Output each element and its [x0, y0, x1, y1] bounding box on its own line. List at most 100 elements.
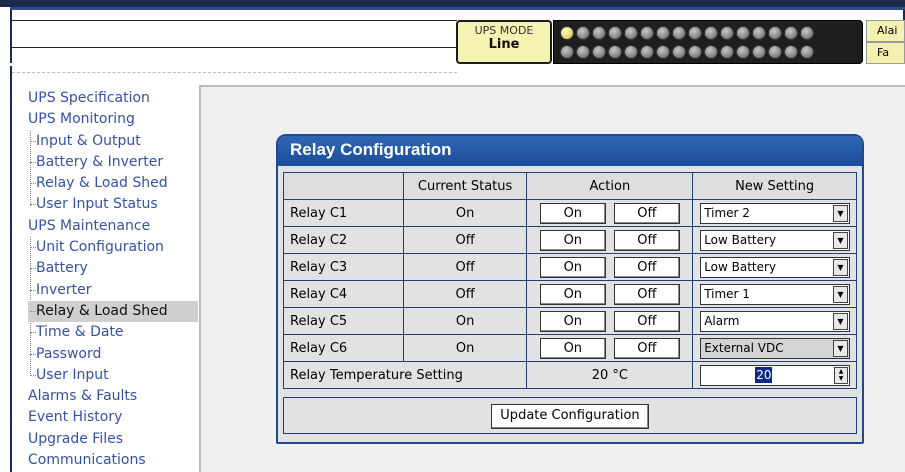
- relay-on-button[interactable]: On: [539, 202, 606, 224]
- relay-action: On Off: [526, 280, 694, 308]
- column-header-name: [283, 172, 404, 200]
- sidebar-item[interactable]: Password: [28, 344, 198, 365]
- dropdown-arrow-icon[interactable]: ▼: [833, 285, 848, 303]
- sidebar-item[interactable]: Relay & Load Shed: [28, 300, 198, 323]
- status-led-icon: [752, 26, 766, 40]
- sidebar-item[interactable]: Alarms & Faults: [28, 386, 198, 407]
- led-row-top: [560, 26, 814, 42]
- window-top-bar: [0, 0, 905, 7]
- dropdown-arrow-icon[interactable]: ▼: [833, 231, 848, 249]
- status-led-icon: [592, 26, 606, 40]
- status-led-icon: [592, 45, 606, 59]
- temperature-spinner[interactable]: 20 ▲ ▼: [700, 364, 850, 386]
- status-led-icon: [704, 26, 718, 40]
- relay-action: On Off: [526, 334, 694, 362]
- status-led-icon: [560, 45, 574, 59]
- relay-off-button[interactable]: Off: [613, 229, 680, 251]
- header-banner: [12, 20, 457, 48]
- relay-off-button[interactable]: Off: [613, 283, 680, 305]
- relay-off-button[interactable]: Off: [613, 202, 680, 224]
- sidebar-item[interactable]: Battery: [28, 258, 198, 279]
- status-led-icon: [768, 45, 782, 59]
- sidebar-item[interactable]: User Input Status: [28, 194, 198, 215]
- sidebar-item[interactable]: Relay & Load Shed: [28, 173, 198, 194]
- relay-setting-select[interactable]: External VDC ▼: [700, 337, 850, 359]
- dropdown-arrow-icon[interactable]: ▼: [833, 339, 848, 357]
- status-led-icon: [672, 45, 686, 59]
- status-led-icon: [624, 26, 638, 40]
- relay-setting-value: Timer 2: [704, 205, 750, 220]
- relay-new-setting: Timer 2 ▼: [692, 199, 857, 227]
- sidebar-subgroup: Unit Configuration Battery Inverter Relay &…: [28, 237, 198, 386]
- sidebar-item[interactable]: Inverter: [28, 280, 198, 301]
- temperature-value[interactable]: 20: [755, 366, 773, 383]
- status-led-icon: [640, 45, 654, 59]
- relay-new-setting: Alarm ▼: [692, 307, 857, 335]
- column-header-status: Current Status: [402, 172, 528, 200]
- relay-status: On: [402, 334, 528, 362]
- status-led-icon: [752, 45, 766, 59]
- relay-on-button[interactable]: On: [539, 310, 606, 332]
- status-led-icon: [768, 26, 782, 40]
- sidebar-item[interactable]: Time & Date: [28, 322, 198, 343]
- spinner-arrows-icon[interactable]: ▲ ▼: [834, 366, 848, 384]
- relay-off-button[interactable]: Off: [613, 256, 680, 278]
- relay-setting-value: Low Battery: [704, 259, 777, 274]
- sidebar-item[interactable]: Communications: [28, 450, 198, 471]
- relay-on-button[interactable]: On: [539, 337, 606, 359]
- relay-setting-select[interactable]: Timer 1 ▼: [700, 283, 850, 305]
- relay-on-button[interactable]: On: [539, 229, 606, 251]
- update-configuration-button[interactable]: Update Configuration: [491, 404, 649, 429]
- relay-on-button[interactable]: On: [539, 283, 606, 305]
- sidebar-item[interactable]: Unit Configuration: [28, 237, 198, 258]
- sidebar-item[interactable]: Input & Output: [28, 131, 198, 152]
- relay-off-button[interactable]: Off: [613, 337, 680, 359]
- table-header-row: Current Status Action New Setting: [283, 172, 857, 200]
- temperature-current: 20 °C: [526, 361, 694, 389]
- relay-setting-select[interactable]: Timer 2 ▼: [700, 202, 850, 224]
- relay-new-setting: Low Battery ▼: [692, 253, 857, 281]
- relay-new-setting: Low Battery ▼: [692, 226, 857, 254]
- sidebar-item[interactable]: User Input: [28, 365, 198, 386]
- relay-setting-select[interactable]: Low Battery ▼: [700, 256, 850, 278]
- status-led-icon: [736, 45, 750, 59]
- sidebar-item[interactable]: UPS Maintenance: [28, 216, 198, 237]
- panel-title: Relay Configuration: [278, 136, 862, 166]
- status-led-icon: [656, 45, 670, 59]
- sidebar-item[interactable]: Upgrade Files: [28, 429, 198, 450]
- relay-on-button[interactable]: On: [539, 256, 606, 278]
- sidebar-item[interactable]: UPS Specification: [28, 88, 198, 109]
- relay-name: Relay C4: [283, 280, 404, 308]
- sidebar-item[interactable]: Event History: [28, 407, 198, 428]
- status-led-icon: [736, 26, 750, 40]
- ups-mode-value: Line: [488, 37, 520, 52]
- relay-off-button[interactable]: Off: [613, 310, 680, 332]
- ups-mode-indicator: UPS MODE Line: [456, 20, 552, 64]
- sidebar-item[interactable]: Battery & Inverter: [28, 152, 198, 173]
- column-header-action: Action: [526, 172, 694, 200]
- relay-setting-select[interactable]: Alarm ▼: [700, 310, 850, 332]
- status-led-panel: [553, 20, 863, 64]
- led-row-bottom: [560, 45, 814, 61]
- dropdown-arrow-icon[interactable]: ▼: [833, 204, 848, 222]
- status-led-icon: [640, 26, 654, 40]
- relay-status: On: [402, 199, 528, 227]
- status-led-icon: [720, 26, 734, 40]
- dropdown-arrow-icon[interactable]: ▼: [833, 312, 848, 330]
- update-row: Update Configuration: [283, 397, 857, 434]
- status-led-icon: [688, 26, 702, 40]
- relay-status: Off: [402, 253, 528, 281]
- relay-setting-value: Timer 1: [704, 286, 750, 301]
- relay-row: Relay C2 Off On Off Low Battery ▼: [283, 226, 857, 254]
- relay-setting-select[interactable]: Low Battery ▼: [700, 229, 850, 251]
- temperature-new-setting: 20 ▲ ▼: [692, 361, 857, 389]
- relay-action: On Off: [526, 226, 694, 254]
- sidebar: UPS Specification UPS Monitoring Input & O…: [10, 66, 198, 472]
- status-led-icon: [800, 45, 814, 59]
- relay-row: Relay C6 On On Off External VDC ▼: [283, 334, 857, 362]
- sidebar-item[interactable]: UPS Monitoring: [28, 109, 198, 130]
- dropdown-arrow-icon[interactable]: ▼: [833, 258, 848, 276]
- relay-new-setting: External VDC ▼: [692, 334, 857, 362]
- status-led-icon: [784, 26, 798, 40]
- alarm-indicator: Alai: [866, 20, 905, 42]
